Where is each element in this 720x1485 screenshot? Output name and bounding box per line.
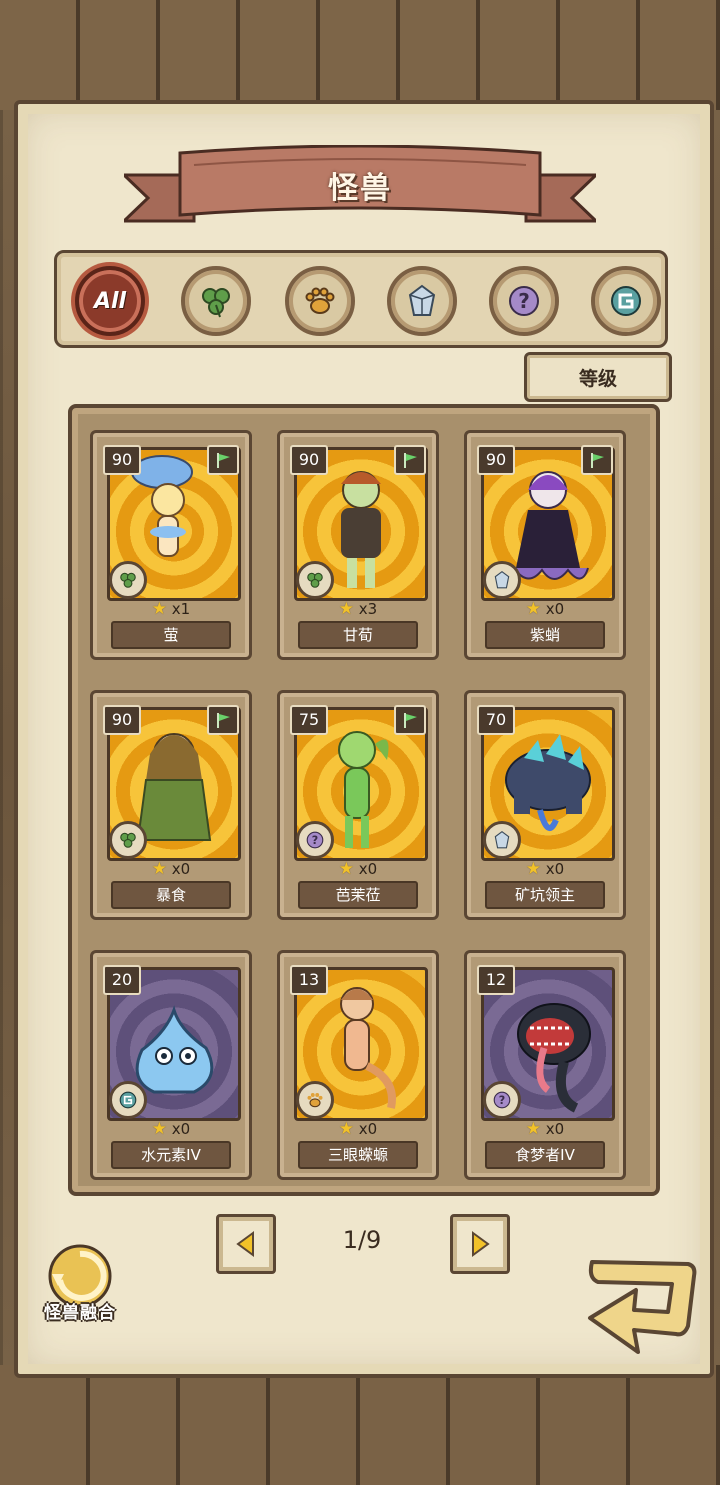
clover-icon bbox=[202, 288, 230, 318]
owned-count: ★ x0 bbox=[93, 859, 249, 879]
flag-icon bbox=[394, 445, 426, 475]
monster-name: 矿坑领主 bbox=[485, 881, 605, 909]
page-indicator: 1/9 bbox=[342, 1226, 382, 1254]
owned-count-value: x0 bbox=[358, 1120, 378, 1138]
filter-all-label: All bbox=[93, 288, 127, 314]
monster-name: 食梦者IV bbox=[485, 1141, 605, 1169]
svg-text:?: ? bbox=[499, 1094, 505, 1107]
star-icon: ★ bbox=[338, 1119, 355, 1139]
level-badge: 90 bbox=[103, 705, 141, 735]
sort-label: 等级 bbox=[578, 367, 617, 390]
star-icon: ★ bbox=[151, 859, 168, 879]
star-icon: ★ bbox=[151, 599, 168, 619]
owned-count: ★ x0 bbox=[280, 1119, 436, 1139]
monster-card[interactable]: 13 ★ x0 三眼蝾螈 bbox=[277, 950, 439, 1180]
filter-plant-button[interactable] bbox=[181, 266, 251, 336]
level-badge: 12 bbox=[477, 965, 515, 995]
fusion-label: 怪兽融合 bbox=[44, 1303, 116, 1323]
back-button[interactable] bbox=[584, 1256, 700, 1360]
owned-count: ★ x0 bbox=[467, 599, 623, 619]
star-icon: ★ bbox=[338, 599, 355, 619]
svg-text:?: ? bbox=[518, 289, 530, 313]
filter-unknown-button[interactable]: ? bbox=[489, 266, 559, 336]
next-page-button[interactable] bbox=[450, 1214, 510, 1274]
monster-name: 紫蛸 bbox=[485, 621, 605, 649]
star-icon: ★ bbox=[525, 859, 542, 879]
arrow-right-icon bbox=[472, 1231, 490, 1257]
owned-count: ★ x0 bbox=[280, 859, 436, 879]
owned-count: ★ x0 bbox=[467, 859, 623, 879]
title-ribbon: 怪兽 bbox=[124, 145, 596, 237]
monster-card[interactable]: 75? ★ x0 芭茉莅 bbox=[277, 690, 439, 920]
crystal-icon bbox=[483, 821, 521, 859]
clover-icon bbox=[109, 821, 147, 859]
question-icon: ? bbox=[483, 1081, 521, 1119]
owned-count: ★ x3 bbox=[280, 599, 436, 619]
level-badge: 90 bbox=[290, 445, 328, 475]
sort-by-level-button[interactable]: 等级 bbox=[524, 352, 672, 402]
category-filter-bar: All ? bbox=[54, 250, 668, 348]
level-badge: 20 bbox=[103, 965, 141, 995]
monster-name: 萤 bbox=[111, 621, 231, 649]
filter-element-button[interactable] bbox=[591, 266, 661, 336]
flag-icon bbox=[394, 705, 426, 735]
swirl-icon bbox=[611, 286, 641, 316]
question-icon: ? bbox=[509, 286, 539, 316]
prev-page-button[interactable] bbox=[216, 1214, 276, 1274]
star-icon: ★ bbox=[525, 1119, 542, 1139]
monster-card[interactable]: 90 ★ x0 暴食 bbox=[90, 690, 252, 920]
monster-card[interactable]: 12? ★ x0 食梦者IV bbox=[464, 950, 626, 1180]
star-icon: ★ bbox=[151, 1119, 168, 1139]
owned-count-value: x0 bbox=[171, 860, 191, 878]
owned-count-value: x3 bbox=[358, 600, 378, 618]
filter-beast-button[interactable] bbox=[285, 266, 355, 336]
wood-top-band bbox=[0, 0, 720, 110]
level-badge: 90 bbox=[477, 445, 515, 475]
return-arrow-icon bbox=[588, 1260, 697, 1354]
swirl-icon bbox=[109, 1081, 147, 1119]
monster-card[interactable]: 20 ★ x0 水元素IV bbox=[90, 950, 252, 1180]
level-badge: 13 bbox=[290, 965, 328, 995]
monster-card[interactable]: 90 ★ x0 紫蛸 bbox=[464, 430, 626, 660]
crystal-icon bbox=[408, 284, 436, 316]
owned-count-value: x0 bbox=[358, 860, 378, 878]
monster-name: 芭茉莅 bbox=[298, 881, 418, 909]
question-icon: ? bbox=[296, 821, 334, 859]
level-badge: 70 bbox=[477, 705, 515, 735]
filter-all-button[interactable]: All bbox=[75, 266, 145, 336]
filter-mineral-button[interactable] bbox=[387, 266, 457, 336]
flag-icon bbox=[207, 445, 239, 475]
owned-count: ★ x0 bbox=[467, 1119, 623, 1139]
monster-card[interactable]: 90 ★ x1 萤 bbox=[90, 430, 252, 660]
flag-icon bbox=[207, 705, 239, 735]
owned-count-value: x0 bbox=[545, 860, 565, 878]
flag-icon bbox=[581, 445, 613, 475]
paw-icon bbox=[305, 287, 335, 314]
page-title: 怪兽 bbox=[328, 171, 392, 206]
owned-count-value: x0 bbox=[545, 600, 565, 618]
owned-count: ★ x1 bbox=[93, 599, 249, 619]
arrow-left-icon bbox=[236, 1231, 254, 1257]
crystal-icon bbox=[483, 561, 521, 599]
wood-bottom-band bbox=[0, 1365, 720, 1485]
monster-fusion-button[interactable]: 怪兽融合 bbox=[30, 1240, 130, 1330]
owned-count-value: x0 bbox=[171, 1120, 191, 1138]
clover-icon bbox=[296, 561, 334, 599]
clover-icon bbox=[109, 561, 147, 599]
star-icon: ★ bbox=[338, 859, 355, 879]
owned-count: ★ x0 bbox=[93, 1119, 249, 1139]
level-badge: 75 bbox=[290, 705, 328, 735]
monster-card[interactable]: 70 ★ x0 矿坑领主 bbox=[464, 690, 626, 920]
svg-text:?: ? bbox=[312, 834, 318, 847]
monster-name: 水元素IV bbox=[111, 1141, 231, 1169]
monster-name: 暴食 bbox=[111, 881, 231, 909]
star-icon: ★ bbox=[525, 599, 542, 619]
monster-card[interactable]: 90 ★ x3 甘荀 bbox=[277, 430, 439, 660]
level-badge: 90 bbox=[103, 445, 141, 475]
owned-count-value: x1 bbox=[171, 600, 191, 618]
owned-count-value: x0 bbox=[545, 1120, 565, 1138]
monster-name: 甘荀 bbox=[298, 621, 418, 649]
paw-icon bbox=[296, 1081, 334, 1119]
monster-name: 三眼蝾螈 bbox=[298, 1141, 418, 1169]
